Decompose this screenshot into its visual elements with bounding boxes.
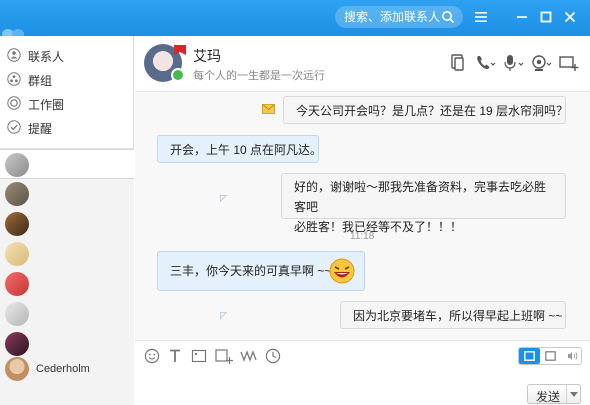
screenshot-icon[interactable] bbox=[215, 348, 233, 364]
chat-window-icon bbox=[524, 351, 535, 361]
avatar bbox=[5, 182, 29, 206]
image-icon[interactable] bbox=[191, 348, 207, 364]
message-outgoing[interactable]: 因为北京要堵车，所以得早起上班啊 ~~ bbox=[340, 301, 566, 329]
nav-item-contacts[interactable]: 联系人 bbox=[0, 43, 134, 67]
online-status-icon bbox=[171, 68, 185, 82]
nav-item-work-circle[interactable]: 工作圈 bbox=[0, 91, 134, 115]
reminder-icon bbox=[7, 120, 21, 134]
avatar bbox=[5, 242, 29, 266]
chat-header: 艾玛 每个人的一生都是一次远行 bbox=[135, 36, 590, 92]
laughing-emoji-icon bbox=[329, 258, 355, 284]
message-incoming[interactable]: 开会，上午 10 点在阿凡达。 bbox=[157, 135, 323, 163]
nav-item-reminders[interactable]: 提醒 bbox=[0, 115, 134, 139]
app-logo-icon bbox=[2, 29, 24, 36]
mode-voice[interactable] bbox=[561, 348, 582, 364]
title-bar: 搜索、添加联系人 bbox=[0, 0, 590, 36]
avatar bbox=[5, 332, 29, 356]
search-placeholder: 搜索、添加联系人 bbox=[344, 10, 441, 24]
nav-label: 工作圈 bbox=[28, 98, 65, 112]
shake-icon[interactable] bbox=[240, 348, 258, 364]
history-clock-icon[interactable] bbox=[265, 348, 281, 364]
mode-chat-window[interactable] bbox=[519, 348, 540, 364]
avatar bbox=[5, 302, 29, 326]
message-list: 今天公司开会吗？是几点？还是在 19 层水帘洞吗？ 开会，上午 10 点在阿凡达… bbox=[135, 92, 590, 340]
send-options-dropdown[interactable] bbox=[566, 385, 580, 403]
nav-item-groups[interactable]: 群组 bbox=[0, 67, 134, 91]
contacts-icon bbox=[7, 48, 21, 62]
minimize-icon[interactable] bbox=[514, 9, 530, 25]
contact-signature: 每个人的一生都是一次远行 bbox=[193, 70, 325, 82]
group-icon bbox=[7, 72, 21, 86]
contact-item-active[interactable] bbox=[0, 149, 134, 179]
menu-icon[interactable] bbox=[473, 9, 489, 25]
input-mode-switch bbox=[518, 347, 582, 365]
avatar bbox=[5, 272, 29, 296]
message-text: 三丰，你今天来的可真早啊 ~~ bbox=[170, 264, 332, 278]
message-text: 开会，上午 10 点在阿凡达。 bbox=[170, 143, 323, 157]
message-input[interactable]: 发送 bbox=[135, 370, 590, 405]
contact-search-input[interactable]: 搜索、添加联系人 bbox=[335, 6, 463, 28]
compose-toolbar bbox=[135, 340, 590, 370]
nav-label: 群组 bbox=[28, 74, 53, 88]
avatar bbox=[5, 357, 29, 381]
avatar bbox=[5, 212, 29, 236]
nav-label: 联系人 bbox=[28, 50, 65, 64]
chevron-down-icon bbox=[570, 392, 578, 397]
message-outgoing[interactable]: 好的，谢谢啦～那我先准备资料，完事去吃必胜客吧 必胜客！我已经等不及了！！！ bbox=[281, 173, 566, 234]
message-text: 因为北京要堵车，所以得早起上班啊 ~~ bbox=[353, 309, 563, 323]
nav-label: 提醒 bbox=[28, 122, 53, 136]
contact-item[interactable] bbox=[0, 209, 134, 239]
add-screen-icon[interactable] bbox=[559, 54, 579, 72]
message-text-line: 好的，谢谢啦～那我先准备资料，完事去吃必胜客吧 bbox=[294, 180, 547, 214]
contact-item[interactable] bbox=[0, 179, 134, 209]
sidebar: 联系人 群组 工作圈 提醒 Cederholm bbox=[0, 36, 134, 405]
font-icon[interactable] bbox=[167, 348, 183, 364]
vip-badge-icon bbox=[174, 45, 186, 55]
contact-item[interactable] bbox=[0, 269, 134, 299]
contact-item[interactable] bbox=[0, 239, 134, 269]
video-camera-icon[interactable] bbox=[531, 54, 553, 72]
message-text-line: 必胜客！我已经等不及了！！！ bbox=[294, 220, 463, 234]
message-timestamp: 11:18 bbox=[350, 231, 375, 242]
mail-read-icon bbox=[262, 104, 275, 114]
contact-item[interactable] bbox=[0, 299, 134, 329]
message-text: 今天公司开会吗？是几点？还是在 19 层水帘洞吗？ bbox=[296, 104, 569, 118]
read-receipt-icon: ◸ bbox=[220, 310, 227, 320]
contact-item-cederholm[interactable]: Cederholm bbox=[0, 354, 134, 384]
contact-name: Cederholm bbox=[36, 363, 90, 375]
read-receipt-icon: ◸ bbox=[220, 193, 227, 203]
voice-wave-icon bbox=[568, 352, 578, 360]
send-button[interactable]: 发送 bbox=[527, 384, 581, 404]
search-icon[interactable] bbox=[441, 10, 455, 24]
files-icon[interactable] bbox=[449, 54, 465, 72]
phone-call-icon[interactable] bbox=[475, 54, 497, 72]
compact-window-icon bbox=[545, 351, 556, 361]
mode-compact-window[interactable] bbox=[540, 348, 561, 364]
voice-icon[interactable] bbox=[503, 54, 525, 72]
close-icon[interactable] bbox=[562, 9, 578, 25]
message-outgoing[interactable]: 今天公司开会吗？是几点？还是在 19 层水帘洞吗？ bbox=[283, 96, 569, 124]
avatar bbox=[5, 153, 29, 177]
send-label: 发送 bbox=[536, 390, 561, 404]
maximize-icon[interactable] bbox=[538, 9, 554, 25]
emoji-icon[interactable] bbox=[144, 348, 160, 364]
contact-display-name: 艾玛 bbox=[193, 48, 221, 64]
work-circle-icon bbox=[7, 96, 21, 110]
